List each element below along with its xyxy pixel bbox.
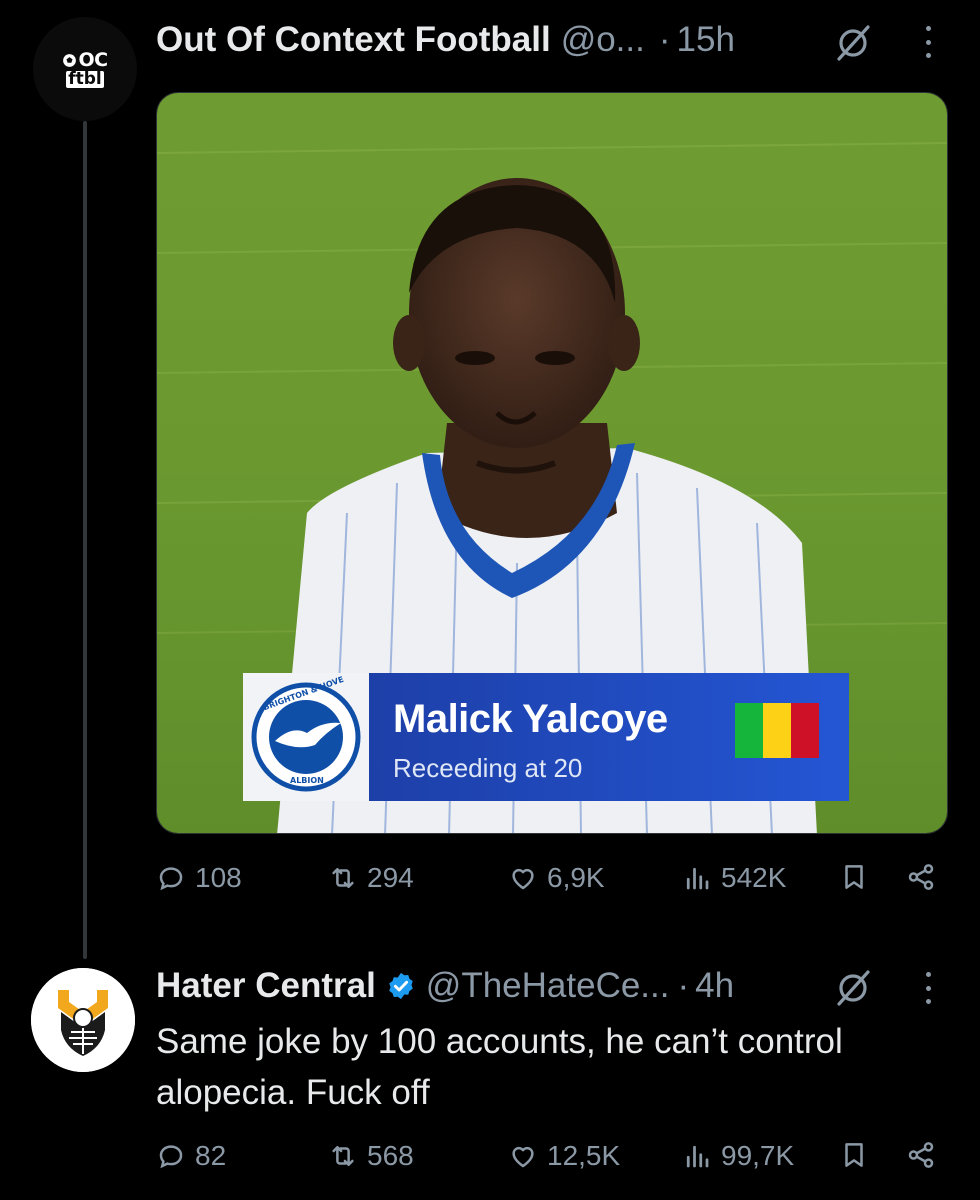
player-name: Malick Yalcoye [393,697,668,741]
avatar-hater-central[interactable] [31,968,135,1072]
display-name[interactable]: Out Of Context Football [156,20,551,60]
bookmark-button[interactable] [839,1140,869,1170]
football-icon [63,53,77,67]
display-name[interactable]: Hater Central [156,966,376,1006]
share-button[interactable] [906,1140,936,1170]
retweet-button[interactable]: 568 [328,1140,414,1172]
more-options-icon[interactable] [921,968,935,1008]
tweet-text: Same joke by 100 accounts, he can’t cont… [156,1022,843,1112]
view-count: 99,7K [721,1140,795,1171]
share-button[interactable] [906,862,936,892]
avatar-text-ftbl: ftbl [66,68,104,89]
more-options-icon[interactable] [921,22,935,62]
like-button[interactable]: 12,5K [508,1140,620,1172]
reply-count: 108 [195,862,242,893]
tweet-actions: 108 294 6,9K 542K [156,862,946,906]
reply-button[interactable]: 82 [156,1140,226,1172]
retweet-icon [332,1146,354,1166]
hater-central-logo-icon [31,968,135,1072]
bookmark-icon [845,865,863,889]
reply-icon [159,867,183,891]
share-icon [908,864,934,890]
retweet-icon [332,868,354,888]
reply-icon [159,1145,183,1169]
tweet-ooc-football[interactable]: OC ftbl Out Of Context Football @o... · … [0,0,980,959]
avatar-ooc-football[interactable]: OC ftbl [33,17,137,121]
handle[interactable]: @o... [561,20,645,60]
separator-dot: · [677,966,690,1005]
bookmark-icon [845,1143,863,1167]
grok-icon[interactable] [833,23,873,63]
grok-icon[interactable] [833,968,873,1008]
verified-badge-icon [389,972,413,1000]
views-button[interactable]: 542K [682,862,786,894]
views-button[interactable]: 99,7K [682,1140,794,1172]
reply-count: 82 [195,1140,227,1171]
separator-dot: · [658,20,671,59]
like-count: 6,9K [547,862,605,893]
retweet-count: 294 [367,862,414,893]
reply-button[interactable]: 108 [156,862,242,894]
view-count: 542K [721,862,787,893]
crest-text-bottom: ALBION [290,776,324,785]
heart-icon [512,1146,534,1168]
retweet-count: 568 [367,1140,414,1171]
tweet-header: Hater Central @TheHateCe... · 4h [156,966,734,1006]
retweet-button[interactable]: 294 [328,862,414,894]
tweet-actions: 82 568 12,5K 99,7K [156,1140,946,1184]
like-button[interactable]: 6,9K [508,862,605,894]
player-caption: Receeding at 20 [393,753,583,783]
avatar-text-oc: OC [78,48,108,71]
tweet-photo[interactable]: Malick Yalcoye Receeding at 20 BRIGHTON … [156,92,948,834]
bookmark-button[interactable] [839,862,869,892]
tweet-header: Out Of Context Football @o... · 15h [156,20,735,60]
like-count: 12,5K [547,1140,621,1171]
share-icon [908,1142,934,1168]
timestamp[interactable]: 4h [695,966,734,1006]
thread-line [83,121,87,959]
timestamp[interactable]: 15h [677,20,735,60]
views-icon [686,1145,709,1168]
heart-icon [512,868,534,890]
views-icon [686,867,709,890]
handle[interactable]: @TheHateCe... [426,966,670,1006]
